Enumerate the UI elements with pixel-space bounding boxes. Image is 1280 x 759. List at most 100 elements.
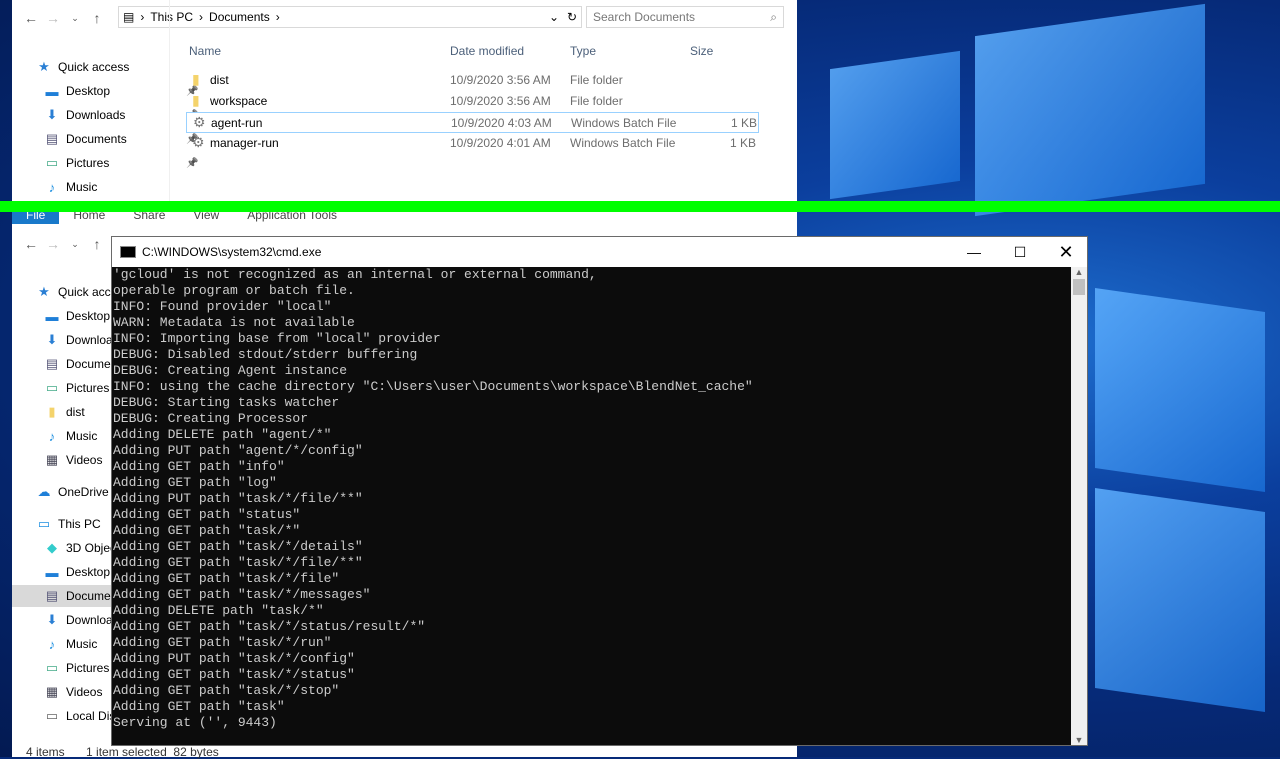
desktop-icon: ▬ <box>45 564 59 580</box>
desktop-icon: ▬ <box>45 308 59 324</box>
music-icon: ♪ <box>48 428 56 444</box>
sidebar-item-quick-access[interactable]: ★ Quick access <box>36 56 129 78</box>
column-header-date[interactable]: Date modified <box>450 40 524 62</box>
windows-logo-pane <box>1095 288 1265 492</box>
folder-icon: ▮ <box>48 404 56 419</box>
sidebar-item-label: This PC <box>58 517 101 531</box>
console-line: Adding GET path "task/*/status/result/*" <box>113 619 426 634</box>
close-button[interactable]: ✕ <box>1043 237 1089 267</box>
file-type: Windows Batch File <box>571 116 677 130</box>
console-line: WARN: Metadata is not available <box>113 315 355 330</box>
file-type: Windows Batch File <box>570 136 676 150</box>
address-bar[interactable]: ▤ › This PC › Documents › ⌄ ↻ <box>118 6 582 28</box>
music-icon: ♪ <box>48 179 56 195</box>
refresh-icon[interactable]: ↻ <box>567 10 577 24</box>
console-line: INFO: Importing base from "local" provid… <box>113 331 441 346</box>
console-line: DEBUG: Starting tasks watcher <box>113 395 340 410</box>
sidebar-item-pictures[interactable]: ▭ Pictures <box>44 377 110 399</box>
sidebar-item-onedrive[interactable]: ☁ OneDrive <box>36 481 109 503</box>
maximize-button[interactable]: ☐ <box>997 237 1043 267</box>
cmd-window: C:\WINDOWS\system32\cmd.exe — ☐ ✕ 'gclou… <box>111 236 1088 746</box>
column-header-name[interactable]: Name <box>189 40 221 62</box>
pin-icon[interactable]: 📌 <box>186 158 198 169</box>
console-line: Adding GET path "task/*/run" <box>113 635 332 650</box>
minimize-button[interactable]: — <box>951 237 997 267</box>
folder-icon: ▮ <box>192 71 200 87</box>
sidebar-item-label: Documents <box>66 132 127 146</box>
console-line: Adding PUT path "task/*/file/**" <box>113 491 363 506</box>
search-icon: ⌕ <box>770 9 777 24</box>
console-line: INFO: Found provider "local" <box>113 299 332 314</box>
file-row[interactable]: ⚙ manager-run 10/9/2020 4:01 AM Windows Bat… <box>186 133 759 154</box>
console-line: Adding GET path "status" <box>113 507 301 522</box>
sidebar-item-videos[interactable]: ▦ Videos <box>44 449 103 471</box>
cloud-icon: ☁ <box>37 484 51 499</box>
sidebar-item-label: Desktop <box>66 84 111 98</box>
videos-icon: ▦ <box>45 684 59 699</box>
cmd-title-bar[interactable]: C:\WINDOWS\system32\cmd.exe <box>112 237 1087 267</box>
desktop-icon: ▬ <box>45 83 59 99</box>
sidebar-item-documents[interactable]: ▤ Documents 📌 <box>44 128 199 150</box>
console-line: Adding GET path "task/*" <box>113 523 301 538</box>
sidebar-item-this-pc[interactable]: ▭ This PC <box>36 513 101 535</box>
sidebar-item-downloads[interactable]: ⬇Downloads📌 <box>44 104 199 126</box>
file-name: manager-run <box>210 136 279 150</box>
sidebar-item-dist[interactable]: ▮ dist <box>44 401 85 423</box>
file-size: 1 KB <box>730 136 757 150</box>
sidebar-item-label: Pictures <box>66 381 110 395</box>
download-icon: ⬇ <box>46 332 58 347</box>
sidebar-item-label: OneDrive <box>58 485 109 499</box>
file-explorer-top: ← → ⌄ ↑ ▤ › This PC › Documents › ⌄ ↻ Searc… <box>12 0 797 201</box>
console-line: Adding GET path "task/*/status" <box>113 667 355 682</box>
file-size: 1 KB <box>731 116 758 130</box>
sidebar-item-label: Music <box>66 637 98 651</box>
file-row[interactable]: ⚙ agent-run 10/9/2020 4:03 AM Windows Batch… <box>186 112 759 133</box>
sidebar-item-pictures[interactable]: ▭ Pictures <box>44 657 110 679</box>
chevron-down-icon[interactable]: ⌄ <box>549 10 559 24</box>
sidebar-item-local-disk[interactable]: ▭ Local Disk <box>44 705 122 727</box>
scrollbar[interactable]: ▲ ▼ <box>1071 267 1087 745</box>
sidebar-item-videos[interactable]: ▦ Videos <box>44 681 103 703</box>
search-box[interactable]: Search Documents ⌕ <box>586 6 784 28</box>
console-line: Adding GET path "log" <box>113 475 277 490</box>
sidebar-item-music[interactable]: ♪ Music <box>44 425 98 447</box>
file-row[interactable]: ▮ dist 10/9/2020 3:56 AM File folder <box>186 70 759 91</box>
console-output[interactable]: 'gcloud' is not recognized as an interna… <box>112 267 1072 731</box>
sidebar-item-pictures[interactable]: ▭ Pictures 📌 <box>44 152 199 174</box>
sidebar-item-label: Quick access <box>58 60 130 74</box>
column-header-size[interactable]: Size <box>690 40 713 62</box>
folder-icon: ▮ <box>192 92 200 108</box>
sidebar-item-music[interactable]: ♪ Music <box>44 633 98 655</box>
pictures-icon: ▭ <box>45 380 59 395</box>
sidebar-item-label: Pictures <box>66 661 110 675</box>
console-line: Adding PUT path "task/*/config" <box>113 651 355 666</box>
sidebar-item-desktop[interactable]: ▬ Desktop <box>44 305 111 327</box>
search-input[interactable]: Search Documents <box>593 10 695 24</box>
windows-logo-pane <box>975 3 1205 217</box>
console-line: Adding GET path "task/*/stop" <box>113 683 340 698</box>
sidebar-item-label: Downloads <box>66 108 126 122</box>
sidebar-item-desktop[interactable]: ▬ Desktop <box>44 561 111 583</box>
sidebar-item-label: dist <box>66 405 85 419</box>
file-type: File folder <box>570 94 623 108</box>
drive-icon: ▭ <box>45 708 59 723</box>
column-header-type[interactable]: Type <box>570 40 596 62</box>
sidebar-item-music[interactable]: ♪ Music <box>44 176 98 198</box>
file-row[interactable]: ▮ workspace 10/9/2020 3:56 AM File folder <box>186 91 759 112</box>
console-line: Adding GET path "task/*/file/**" <box>113 555 363 570</box>
sidebar-item-desktop[interactable]: ▬ Desktop 📌 <box>44 80 199 102</box>
computer-icon: ▭ <box>37 516 51 531</box>
console-line: DEBUG: Disabled stdout/stderr buffering <box>113 347 418 362</box>
console-line: Adding DELETE path "task/*" <box>113 603 324 618</box>
file-name: agent-run <box>211 116 263 130</box>
pictures-icon: ▭ <box>45 155 59 170</box>
console-line: Serving at ('', 9443) <box>113 715 277 730</box>
document-icon: ▤ <box>45 356 59 371</box>
scrollbar-thumb[interactable] <box>1073 279 1085 295</box>
console-line: DEBUG: Creating Agent instance <box>113 363 348 378</box>
sidebar-item-label: Desktop <box>66 309 111 323</box>
sidebar-item-label: Music <box>66 180 98 194</box>
breadcrumb-documents[interactable]: Documents <box>209 10 270 24</box>
videos-icon: ▦ <box>45 452 59 467</box>
console-line: DEBUG: Creating Processor <box>113 411 309 426</box>
